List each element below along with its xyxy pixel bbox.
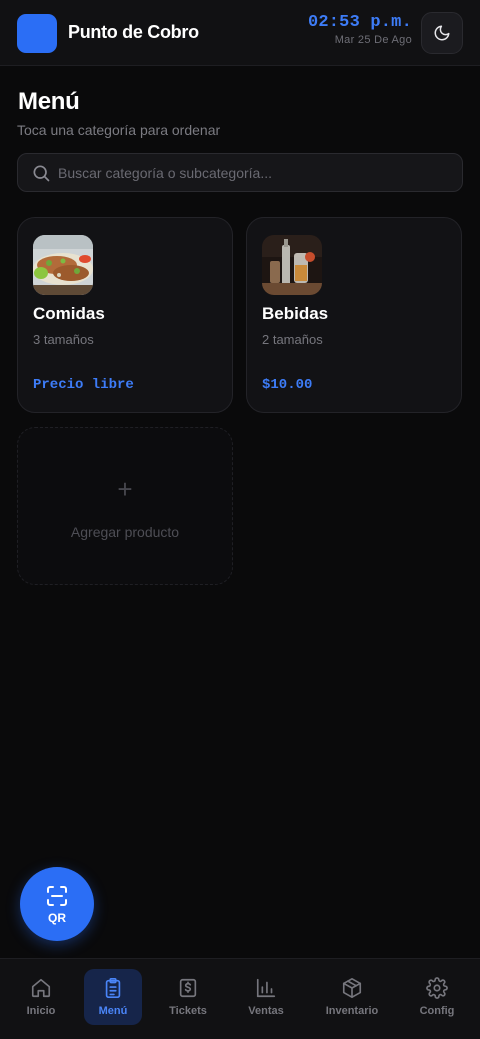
category-image-bebidas	[262, 235, 322, 295]
clock-time: 02:53 p.m.	[307, 13, 412, 32]
clock-date: Mar 25 De Ago	[334, 34, 412, 46]
app-header: Punto de Cobro 02:53 p.m. Mar 25 De Ago	[0, 0, 480, 66]
page-title: Menú	[18, 88, 80, 115]
gear-icon	[426, 977, 448, 999]
clipboard-icon	[105, 978, 121, 998]
category-image-comidas	[33, 235, 93, 295]
app-logo	[17, 14, 57, 53]
search-icon	[33, 165, 50, 182]
nav-label: Inventario	[325, 1005, 379, 1017]
add-product-label: Agregar producto	[70, 524, 180, 540]
nav-item-inventario[interactable]: Inventario	[316, 969, 388, 1025]
nav-label: Tickets	[169, 1005, 207, 1017]
nav-label: Menú	[98, 1005, 128, 1017]
theme-toggle-button[interactable]	[421, 12, 463, 54]
nav-item-ventas[interactable]: Ventas	[236, 969, 296, 1025]
scan-qr-icon	[47, 885, 67, 906]
plus-icon: +	[117, 474, 133, 504]
category-name: Bebidas	[262, 304, 329, 323]
moon-icon	[434, 25, 450, 41]
home-icon	[31, 978, 51, 998]
qr-scan-button[interactable]: QR	[20, 867, 94, 941]
nav-item-tickets[interactable]: Tickets	[158, 969, 218, 1025]
search-input[interactable]	[58, 154, 453, 191]
app-title: Punto de Cobro	[68, 22, 199, 42]
nav-label: Config	[419, 1005, 455, 1017]
receipt-icon	[179, 978, 197, 998]
category-card-bebidas[interactable]: Bebidas 2 tamaños $10.00	[246, 217, 462, 413]
bar-chart-icon	[256, 978, 276, 998]
nav-item-config[interactable]: Config	[408, 969, 466, 1025]
qr-label: QR	[48, 910, 66, 925]
nav-item-menu[interactable]: Menú	[84, 969, 142, 1025]
category-sizes: 2 tamaños	[262, 332, 323, 347]
category-name: Comidas	[33, 304, 105, 323]
nav-label: Inicio	[26, 1005, 56, 1017]
bottom-nav: Inicio Menú Tickets Ventas Inventario Co…	[0, 958, 480, 1039]
box-icon	[342, 978, 362, 998]
nav-item-inicio[interactable]: Inicio	[10, 969, 72, 1025]
category-card-comidas[interactable]: Comidas 3 tamaños Precio libre	[17, 217, 233, 413]
clock: 02:53 p.m. Mar 25 De Ago	[308, 13, 412, 46]
add-product-card[interactable]: + Agregar producto	[17, 427, 233, 585]
nav-label: Ventas	[248, 1005, 284, 1017]
category-price: Precio libre	[33, 377, 134, 393]
search-bar	[17, 153, 463, 192]
category-price: $10.00	[262, 377, 313, 393]
page-subtitle: Toca una categoría para ordenar	[17, 122, 221, 138]
category-sizes: 3 tamaños	[33, 332, 94, 347]
